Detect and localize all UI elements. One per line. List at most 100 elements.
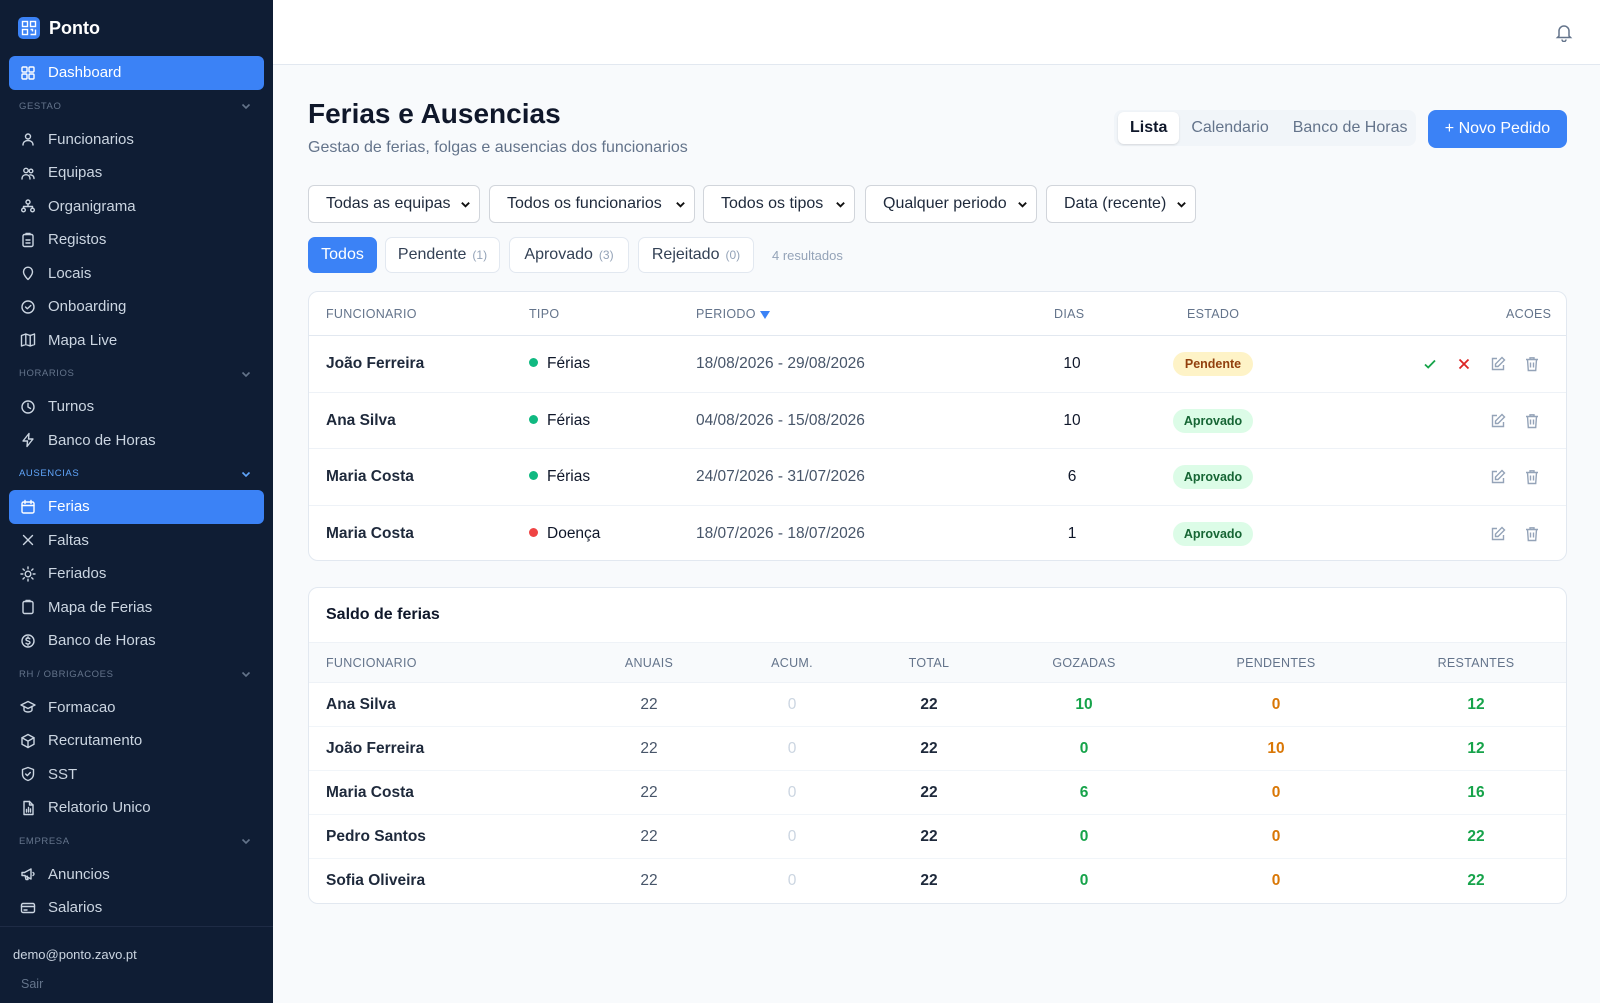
status-badge: Pendente [1173,352,1253,376]
sidebar-item-banco-de-horas[interactable]: Banco de Horas [9,624,264,658]
table-row: Ana Silva 22 0 22 10 0 12 [309,683,1566,727]
table-row[interactable]: Maria Costa Doença 18/07/2026 - 18/07/2026… [309,506,1566,561]
table-row: Pedro Santos 22 0 22 0 0 22 [309,815,1566,859]
absence-type-label: Férias [547,355,591,372]
gozadas-value: 6 [1079,784,1089,801]
sidebar-section-gestao[interactable]: GESTAO [9,90,264,123]
col-periodo[interactable]: PERIODO [696,307,770,321]
status-tab-pendente[interactable]: Pendente (1) [385,237,500,273]
type-filter-select[interactable]: Todos os tipos [703,185,855,223]
sidebar-item-feriados[interactable]: Feriados [9,557,264,591]
days: 10 [1063,355,1081,372]
status-tab-todos[interactable]: Todos [308,237,377,273]
feriados-icon [20,566,36,582]
sidebar-item-mapa-live[interactable]: Mapa Live [9,324,264,358]
sidebar-item-label: Funcionarios [48,130,134,148]
employee-name: Maria Costa [326,784,414,801]
select-value: Todos os tipos [721,195,824,212]
sidebar-section-rh-obrigacoes[interactable]: RH / OBRIGACOES [9,658,264,691]
sort-down-icon [759,311,770,319]
table-row[interactable]: Maria Costa Férias 24/07/2026 - 31/07/2026… [309,449,1566,506]
sidebar-item-faltas[interactable]: Faltas [9,524,264,558]
employee-filter-select[interactable]: Todos os funcionarios [489,185,695,223]
acum-value: 0 [787,784,797,801]
mapa-live-icon [20,333,36,347]
equipas-icon [21,167,35,180]
section-title: AUSENCIAS [19,468,80,479]
edit-button[interactable] [1489,355,1507,373]
acum-value: 0 [787,740,797,757]
absence-type: Férias [529,355,590,373]
reject-button[interactable] [1455,355,1473,373]
sidebar-item-label: Equipas [48,164,103,182]
approve-button[interactable] [1421,355,1439,373]
delete-button[interactable] [1523,412,1541,430]
sidebar-item-sst[interactable]: SST [9,758,264,792]
restantes-value: 22 [1467,872,1485,889]
sidebar-item-banco-de-horas[interactable]: Banco de Horas [9,424,264,458]
employee-name[interactable]: Ana Silva [326,412,396,430]
restantes-value: 16 [1467,784,1485,801]
employee-name[interactable]: Maria Costa [326,468,414,486]
table-row[interactable]: Ana Silva Férias 04/08/2026 - 15/08/2026 10… [309,393,1566,449]
chevron-down-icon [241,371,251,377]
new-request-button[interactable]: + Novo Pedido [1428,110,1567,148]
sidebar-item-label: Anuncios [48,865,110,883]
status-tab-label: Pendente [397,246,467,263]
sidebar-item-relatorio-unico[interactable]: Relatorio Unico [9,791,264,825]
status-tab-aprovado[interactable]: Aprovado (3) [509,237,629,273]
brand[interactable]: Ponto [18,17,100,39]
delete-button[interactable] [1523,468,1541,486]
edit-button[interactable] [1489,468,1507,486]
sidebar-item-ferias[interactable]: Ferias [9,490,264,524]
status-tab-rejeitado[interactable]: Rejeitado (0) [638,237,754,273]
sidebar-item-registos[interactable]: Registos [9,223,264,257]
pendentes-value: 0 [1271,828,1281,845]
sidebar-item-turnos[interactable]: Turnos [9,390,264,424]
sidebar-section-empresa[interactable]: EMPRESA [9,825,264,858]
sidebar-item-recrutamento[interactable]: Recrutamento [9,724,264,758]
edit-button[interactable] [1489,525,1507,543]
total-value: 22 [920,740,938,757]
sidebar-item-dashboard[interactable]: Dashboard [9,56,264,90]
sidebar-item-organigrama[interactable]: Organigrama [9,190,264,224]
employee-name[interactable]: João Ferreira [326,355,424,373]
trash-icon [1526,526,1538,541]
total-value: 22 [920,696,938,713]
status-badge: Aprovado [1173,465,1253,489]
employee-name[interactable]: Maria Costa [326,525,414,543]
delete-button[interactable] [1523,525,1541,543]
pendentes-value: 10 [1267,740,1285,757]
bell-icon[interactable] [1554,22,1574,42]
sidebar-section-ausencias[interactable]: AUSENCIAS [9,457,264,490]
select-value: Todas as equipas [326,195,451,212]
tab-lista[interactable]: Lista [1118,112,1180,144]
tab-calendario[interactable]: Calendario [1179,112,1280,144]
sort-select[interactable]: Data (recente) [1046,185,1196,223]
tab-banco-de-horas[interactable]: Banco de Horas [1281,112,1420,144]
sidebar-section-horarios[interactable]: HORARIOS [9,357,264,390]
sidebar-item-anuncios[interactable]: Anuncios [9,858,264,892]
sidebar-item-locais[interactable]: Locais [9,257,264,291]
sst-icon [21,767,35,782]
col-anuais: ANUAIS [624,656,674,670]
period-filter-select[interactable]: Qualquer periodo [865,185,1037,223]
edit-button[interactable] [1489,412,1507,430]
sidebar-item-funcionarios[interactable]: Funcionarios [9,123,264,157]
employee-name: Pedro Santos [326,828,426,845]
period: 24/07/2026 - 31/07/2026 [696,468,865,485]
table-row[interactable]: João Ferreira Férias 18/08/2026 - 29/08/20… [309,336,1566,393]
grid-icon [21,66,35,80]
logout-link[interactable]: Sair [21,977,273,991]
col-dias: DIAS [1054,307,1085,321]
sidebar-item-label: Ferias [48,498,90,516]
sidebar-item-equipas[interactable]: Equipas [9,156,264,190]
sidebar-item-label: Faltas [48,531,89,549]
sidebar-item-onboarding[interactable]: Onboarding [9,290,264,324]
sidebar-item-salarios[interactable]: Salarios [9,891,264,925]
delete-button[interactable] [1523,355,1541,373]
sidebar-item-label: Dashboard [48,64,122,82]
sidebar-item-formacao[interactable]: Formacao [9,691,264,725]
team-filter-select[interactable]: Todas as equipas [308,185,480,223]
sidebar-item-mapa-de-ferias[interactable]: Mapa de Ferias [9,591,264,625]
